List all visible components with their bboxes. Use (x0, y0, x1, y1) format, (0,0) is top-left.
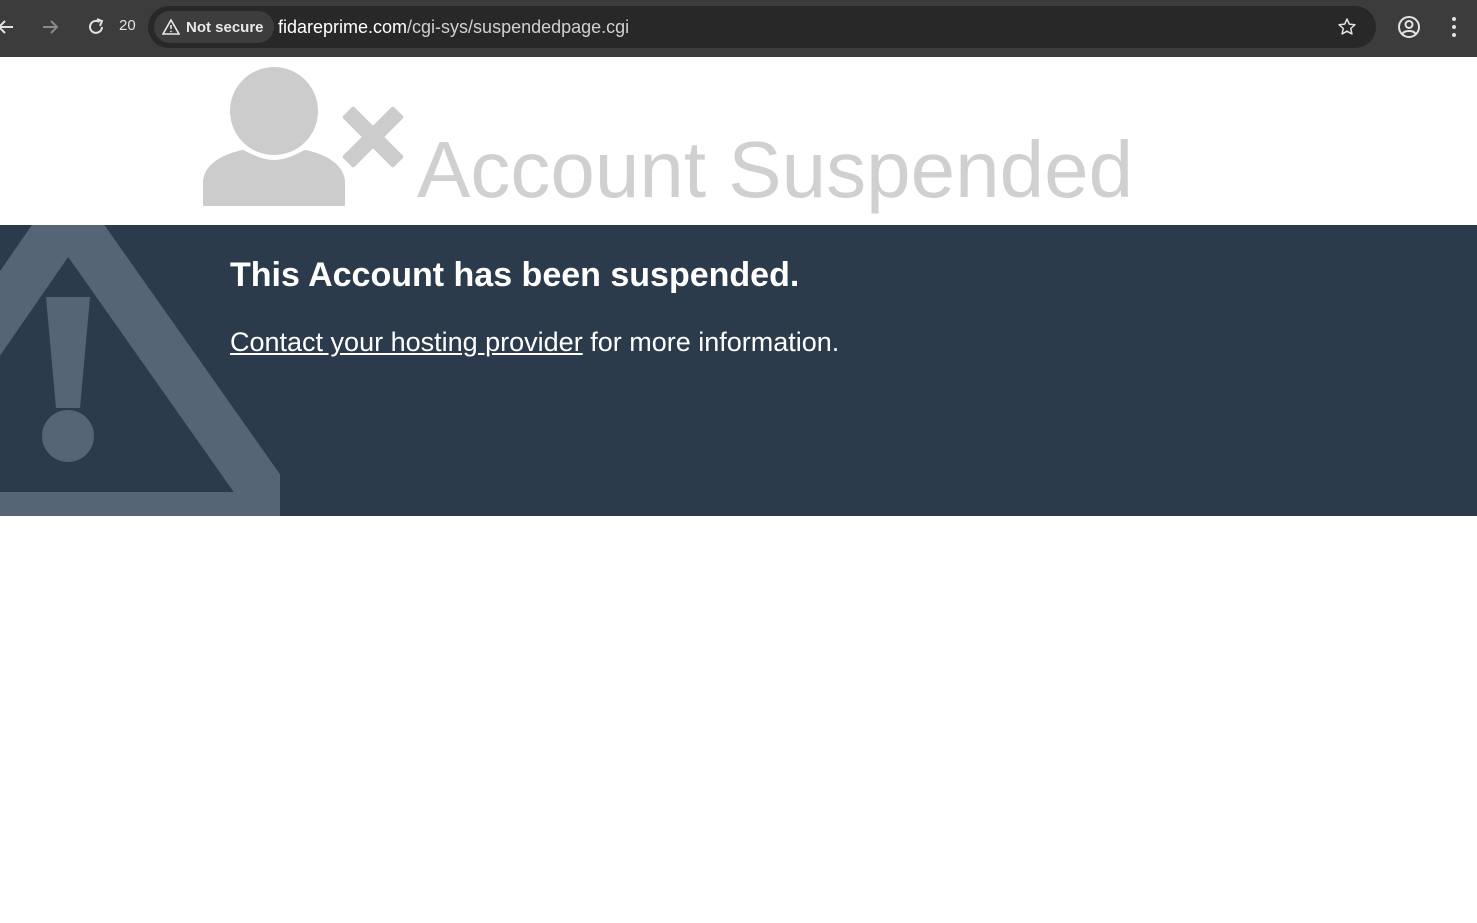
arrow-left-icon (0, 20, 13, 34)
url-host: fidareprime.com (278, 17, 408, 37)
security-label: Not secure (186, 18, 264, 36)
suspension-heading: This Account has been suspended. (230, 256, 800, 294)
url-path: /cgi-sys/suspendedpage.cgi (407, 17, 630, 37)
reload-count: 20 (119, 17, 136, 34)
reload-icon (89, 18, 104, 34)
address-bar[interactable]: Not secure fidareprime.com/cgi-sys/suspe… (148, 6, 1376, 48)
star-icon (1338, 18, 1356, 35)
contact-suffix: for more information. (582, 327, 840, 357)
browser-toolbar: 20 Not secure fidareprime.com/cgi-sys/su… (0, 0, 1477, 57)
profile-button[interactable] (1395, 13, 1423, 41)
warning-triangle-icon (162, 19, 180, 35)
page-header: Account Suspended (0, 57, 1477, 225)
kebab-menu-icon (1452, 17, 1456, 37)
arrow-right-icon (43, 20, 59, 34)
url-text[interactable]: fidareprime.com/cgi-sys/suspendedpage.cg… (278, 17, 629, 38)
reload-button[interactable] (80, 10, 112, 44)
page-title: Account Suspended (417, 125, 1134, 214)
menu-button[interactable] (1444, 13, 1464, 41)
bookmark-button[interactable] (1334, 14, 1360, 40)
contact-hosting-link[interactable]: Contact your hosting provider (230, 327, 583, 357)
user-suspended-icon (203, 67, 404, 206)
security-chip[interactable]: Not secure (154, 11, 274, 43)
forward-button[interactable] (34, 10, 66, 44)
back-button[interactable] (0, 10, 22, 44)
suspension-banner: This Account has been suspended. Contact… (0, 225, 1477, 516)
contact-message: Contact your hosting provider for more i… (230, 327, 839, 358)
profile-icon (1398, 16, 1420, 38)
